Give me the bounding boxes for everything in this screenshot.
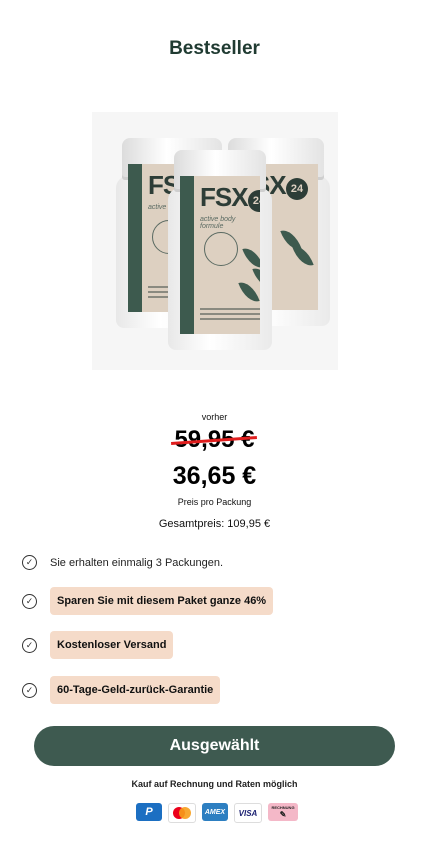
rechnung-icon: RECHNUNG ✎ bbox=[268, 803, 298, 821]
total-price: Gesamtpreis: 109,95 € bbox=[158, 518, 271, 530]
feature-badge: 60-Tage-Geld-zurück-Garantie bbox=[50, 676, 221, 704]
check-circle-icon: ✓ bbox=[22, 593, 37, 609]
before-label: vorher bbox=[201, 412, 228, 422]
feature-badge: Kostenloser Versand bbox=[50, 631, 174, 659]
new-price: 36,65 € bbox=[172, 462, 257, 490]
visa-icon: VISA bbox=[234, 803, 262, 823]
paypal-icon: P bbox=[136, 803, 162, 821]
check-circle-icon: ✓ bbox=[22, 682, 37, 698]
jar-badge: 24 bbox=[248, 190, 260, 212]
product-jar-center: FSX 24 active body formule bbox=[168, 150, 272, 350]
feature-badge: Sparen Sie mit diesem Paket ganze 46% bbox=[50, 587, 274, 615]
old-price: 59,95 € bbox=[0, 426, 429, 454]
feature-item: ✓ Sparen Sie mit diesem Paket ganze 46% bbox=[22, 587, 274, 615]
price-per-pack-label: Preis pro Packung bbox=[177, 497, 252, 507]
product-image: FSX active body formule FSX 24 FSX 24 ac… bbox=[92, 112, 338, 370]
check-circle-icon: ✓ bbox=[22, 555, 37, 570]
jar-brand: FSX bbox=[200, 182, 249, 212]
payment-methods: P AMEX VISA RECHNUNG ✎ bbox=[136, 803, 298, 823]
feature-item: ✓ Kostenloser Versand bbox=[22, 631, 174, 659]
feature-item: ✓ Sie erhalten einmalig 3 Packungen. bbox=[22, 555, 223, 570]
old-price-value: 59,95 € bbox=[174, 426, 255, 453]
select-button[interactable]: Ausgewählt bbox=[34, 726, 395, 766]
check-circle-icon: ✓ bbox=[22, 637, 37, 653]
page-title: Bestseller bbox=[169, 38, 260, 59]
mastercard-icon bbox=[168, 803, 196, 823]
jar-formula: active body formule bbox=[200, 216, 236, 230]
jar-badge: 24 bbox=[286, 178, 308, 200]
amex-icon: AMEX bbox=[202, 803, 228, 821]
payment-note: Kauf auf Rechnung und Raten möglich bbox=[131, 779, 298, 789]
feature-item: ✓ 60-Tage-Geld-zurück-Garantie bbox=[22, 676, 221, 704]
feature-text: Sie erhalten einmalig 3 Packungen. bbox=[50, 556, 224, 569]
